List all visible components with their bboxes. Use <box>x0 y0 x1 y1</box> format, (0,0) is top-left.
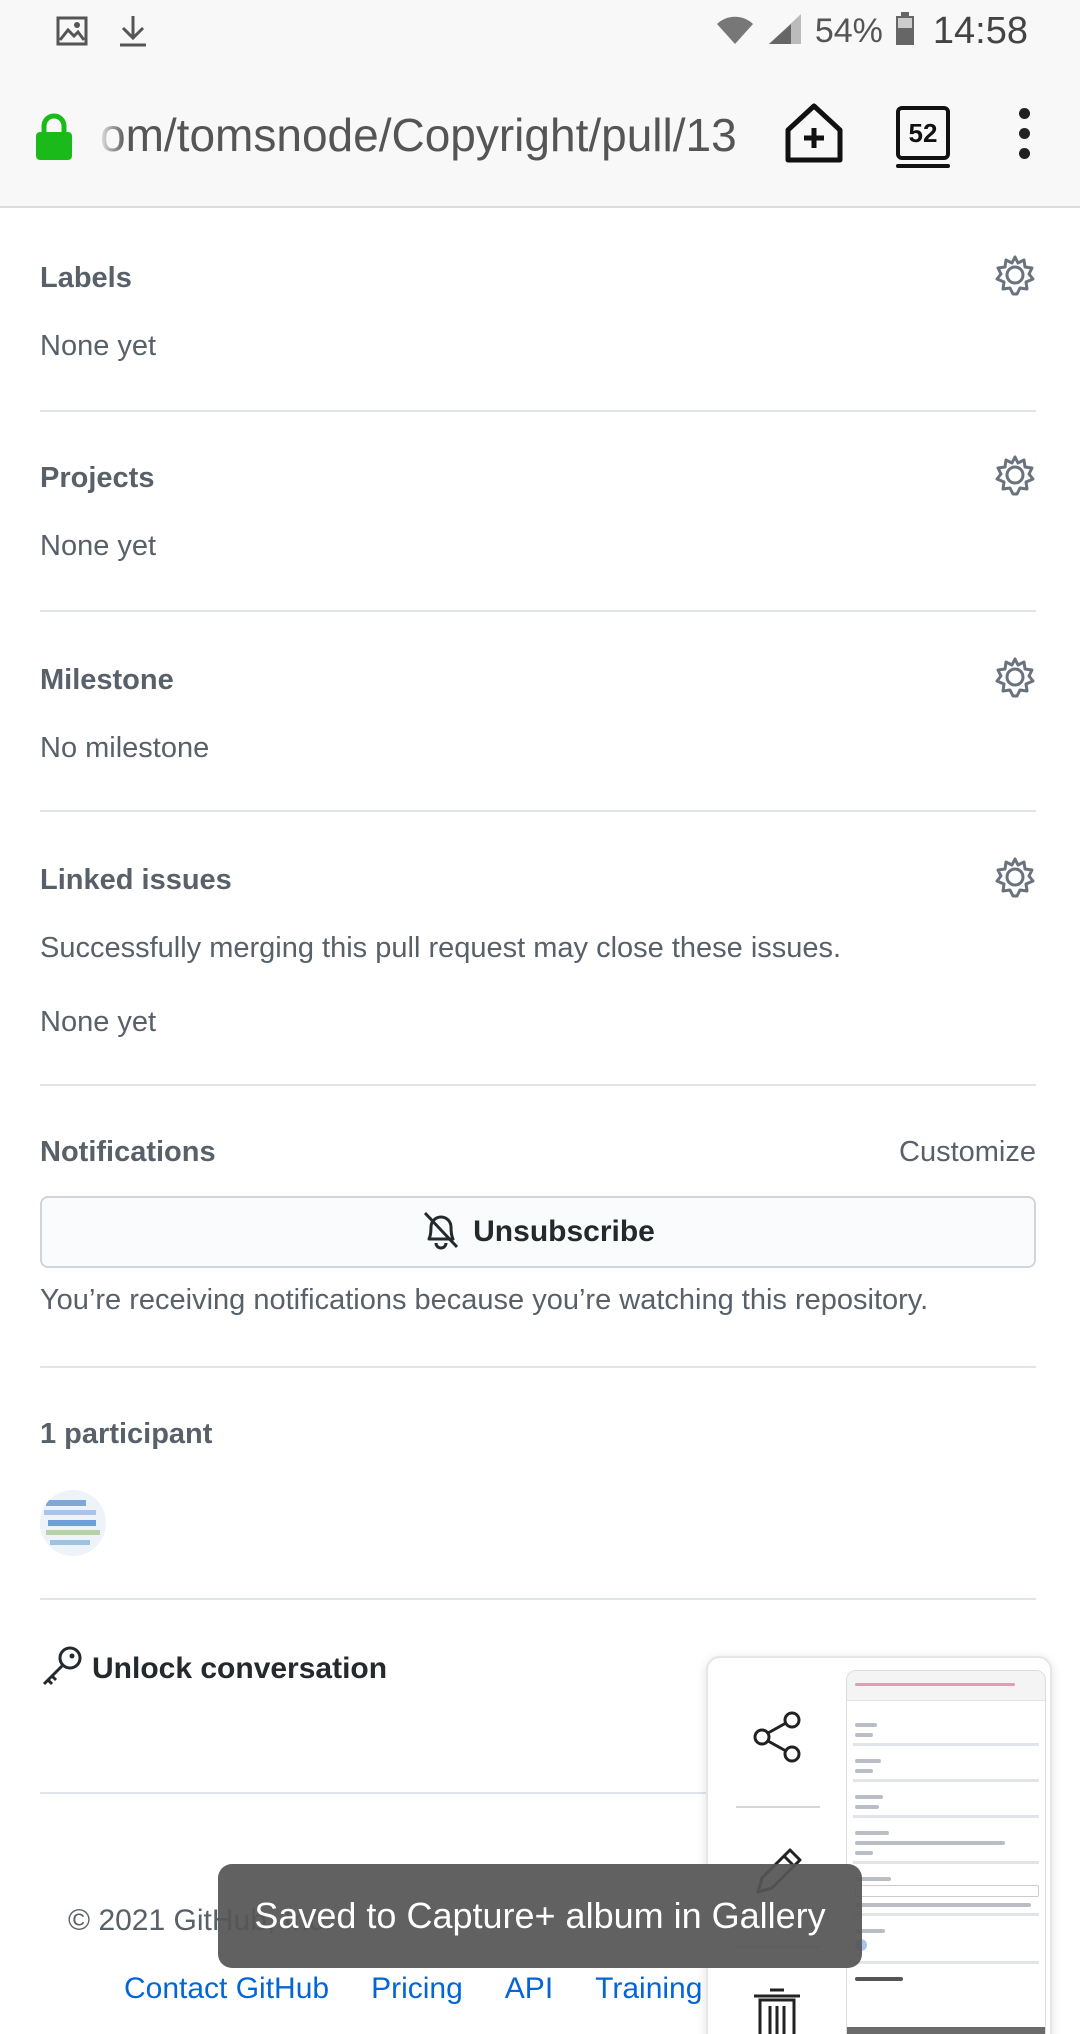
delete-icon[interactable] <box>752 1988 802 2034</box>
wifi-icon <box>715 12 755 51</box>
linked-issues-description: Successfully merging this pull request m… <box>40 932 842 964</box>
labels-value: None yet <box>40 330 157 362</box>
projects-heading: Projects <box>40 462 155 494</box>
capture-divider <box>736 1806 820 1808</box>
labels-heading: Labels <box>40 262 132 294</box>
battery-percent: 54% <box>814 12 883 50</box>
labels-gear-icon[interactable] <box>994 254 1036 301</box>
toast-notification: Saved to Capture+ album in Gallery <box>218 1864 862 1968</box>
url-fade <box>96 104 126 168</box>
toast-message: Saved to Capture+ album in Gallery <box>254 1895 826 1936</box>
footer-link-contact[interactable]: Contact GitHub <box>124 1972 329 2006</box>
lock-icon[interactable] <box>34 112 74 167</box>
milestone-heading: Milestone <box>40 664 174 696</box>
clock: 14:58 <box>932 10 1028 52</box>
status-bar: 54% 14:58 <box>0 0 1080 64</box>
milestone-value: No milestone <box>40 732 210 764</box>
share-icon[interactable] <box>752 1710 804 1769</box>
footer-link-api[interactable]: API <box>505 1972 553 2006</box>
notifications-heading: Notifications <box>40 1136 216 1168</box>
footer-links: Contact GitHub Pricing API Training <box>124 1972 702 2006</box>
linked-issues-value: None yet <box>40 1006 157 1038</box>
bell-slash-icon <box>421 1209 461 1256</box>
unlock-conversation-button[interactable]: Unlock conversation <box>40 1644 387 1693</box>
unsubscribe-button[interactable]: Unsubscribe <box>40 1196 1036 1268</box>
screenshot-thumbnail[interactable] <box>846 1670 1046 2034</box>
customize-link[interactable]: Customize <box>899 1136 1036 1169</box>
projects-section: Projects None yet <box>40 412 1036 612</box>
signal-icon <box>767 12 803 51</box>
battery-icon <box>895 12 915 51</box>
home-icon[interactable] <box>784 102 844 169</box>
participants-heading: 1 participant <box>40 1418 213 1450</box>
key-icon <box>40 1644 84 1693</box>
image-icon <box>56 16 88 51</box>
milestone-section: Milestone No milestone <box>40 612 1036 812</box>
unlock-conversation-label: Unlock conversation <box>92 1651 388 1685</box>
projects-value: None yet <box>40 530 157 562</box>
linked-issues-heading: Linked issues <box>40 864 232 896</box>
overflow-menu-icon[interactable] <box>1016 108 1032 168</box>
linked-issues-gear-icon[interactable] <box>994 856 1036 903</box>
milestone-gear-icon[interactable] <box>994 656 1036 703</box>
unsubscribe-label: Unsubscribe <box>473 1215 655 1248</box>
avatar[interactable] <box>40 1490 106 1556</box>
browser-toolbar: om/tomsnode/Copyright/pull/13 52 <box>0 64 1080 208</box>
download-icon <box>118 14 148 53</box>
linked-issues-section: Linked issues Successfully merging this … <box>40 812 1036 1086</box>
notification-reason: You’re receiving notifications because y… <box>40 1284 929 1316</box>
labels-section: Labels None yet <box>40 210 1036 412</box>
footer-link-training[interactable]: Training <box>595 1972 702 2006</box>
footer-link-pricing[interactable]: Pricing <box>371 1972 463 2006</box>
projects-gear-icon[interactable] <box>994 454 1036 501</box>
capture-panel <box>706 1656 1052 2034</box>
tab-switcher-button[interactable]: 52 <box>896 106 950 168</box>
participants-section: 1 participant <box>40 1368 1036 1600</box>
address-bar[interactable]: om/tomsnode/Copyright/pull/13 <box>100 108 760 162</box>
